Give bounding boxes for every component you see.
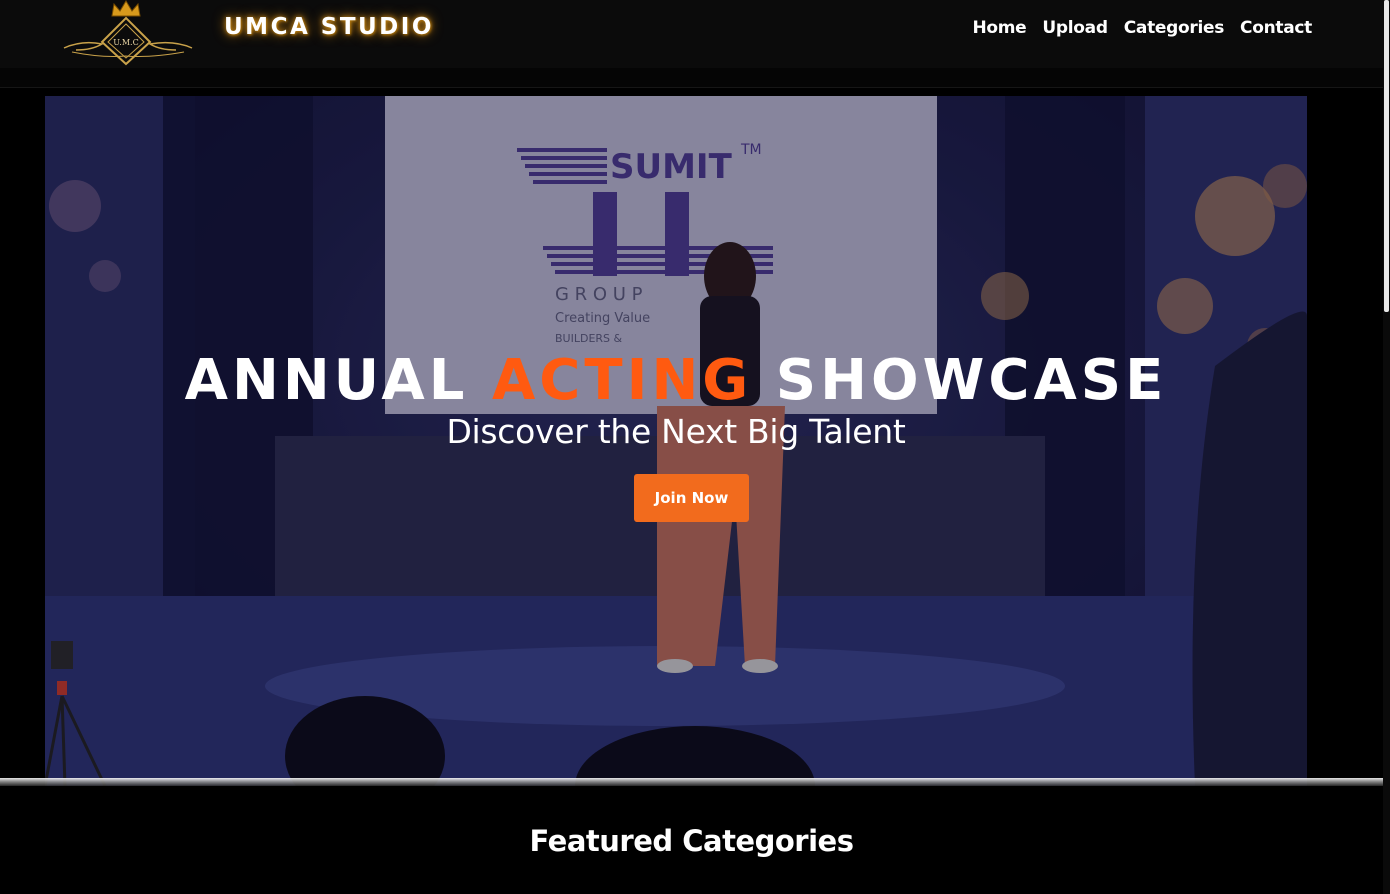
- hero-banner: SUMIT TM G R O U P Creating Value BUILDE…: [45, 96, 1307, 786]
- featured-categories-heading: Featured Categories: [529, 824, 854, 858]
- site-header: U.M.C UMCA STUDIO Home Upload Categories…: [0, 0, 1383, 68]
- logo-crest-icon[interactable]: U.M.C: [62, 0, 194, 66]
- hero-subtitle: Discover the Next Big Talent: [446, 412, 906, 451]
- hero-title: ANNUAL ACTING SHOWCASE: [45, 348, 1307, 413]
- main-nav: Home Upload Categories Contact: [972, 18, 1312, 38]
- join-now-button[interactable]: Join Now: [634, 474, 749, 522]
- page-scrollbar[interactable]: [1383, 0, 1390, 894]
- logo-text: U.M.C: [113, 38, 138, 47]
- hero-bottom-divider: [0, 778, 1383, 786]
- scrollbar-thumb[interactable]: [1384, 0, 1389, 312]
- nav-upload-link[interactable]: Upload: [1042, 18, 1108, 38]
- nav-categories-link[interactable]: Categories: [1124, 18, 1225, 38]
- hero-title-word-3: SHOWCASE: [775, 348, 1168, 413]
- nav-home-link[interactable]: Home: [972, 18, 1026, 38]
- hero-title-word-1: ANNUAL: [184, 348, 469, 413]
- brand-title[interactable]: UMCA STUDIO: [224, 14, 434, 40]
- header-divider: [0, 68, 1383, 88]
- hero-title-accent: ACTING: [491, 348, 753, 413]
- nav-contact-link[interactable]: Contact: [1240, 18, 1312, 38]
